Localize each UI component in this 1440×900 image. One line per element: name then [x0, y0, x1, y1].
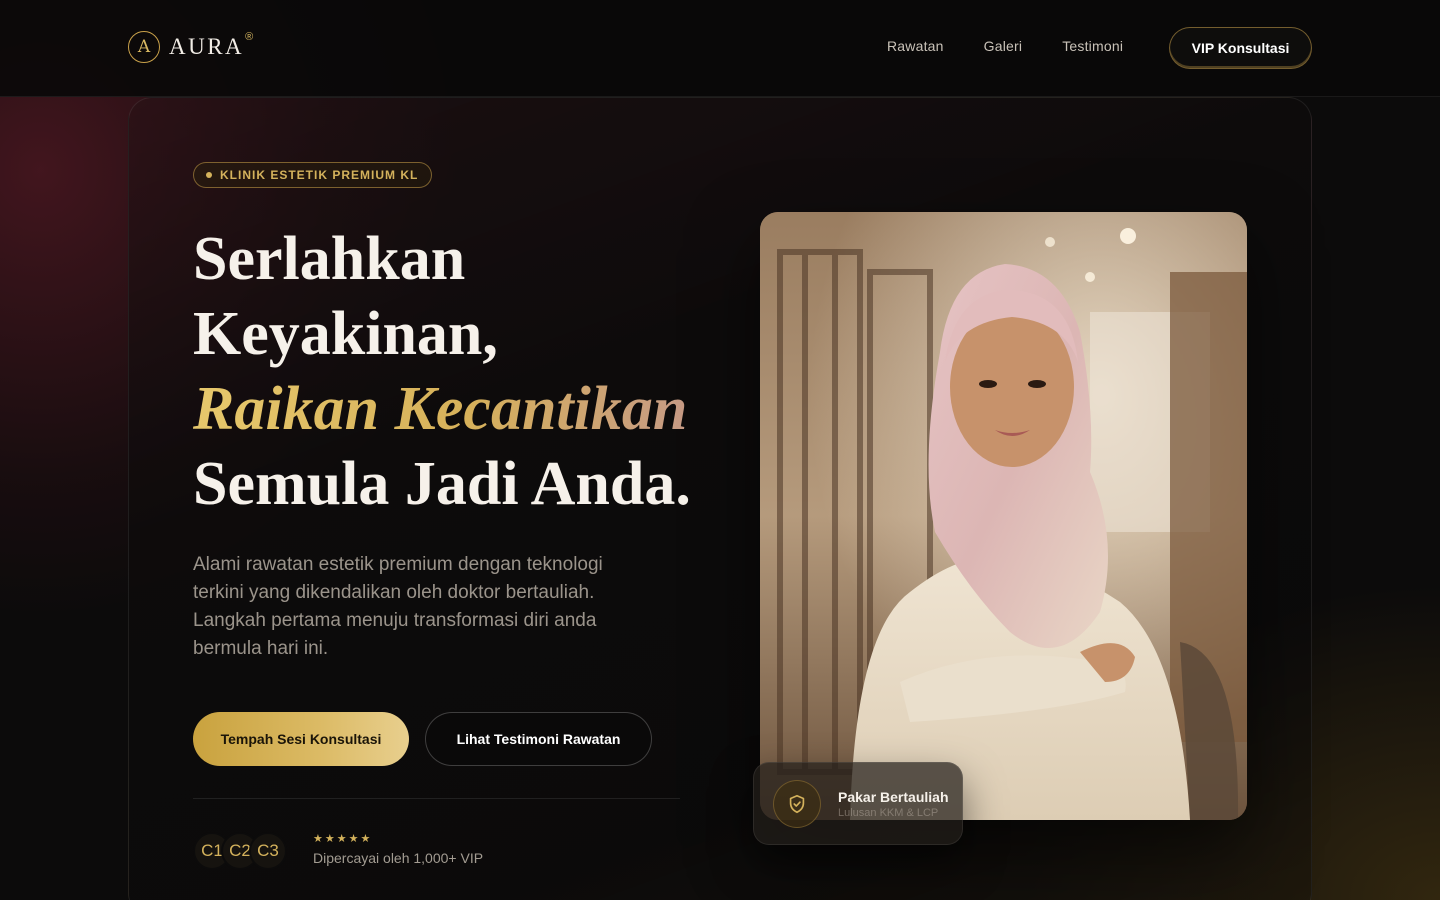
badge-label: KLINIK ESTETIK PREMIUM KL: [220, 168, 419, 182]
hero-divider: [193, 798, 680, 799]
hero-badge: KLINIK ESTETIK PREMIUM KL: [193, 162, 433, 188]
client-avatars: C1 C2 C3: [193, 832, 287, 870]
expert-title: Pakar Bertauliah: [838, 789, 949, 805]
portrait-illustration: [760, 212, 1247, 820]
headline-accent-line: Raikan Kecantikan: [193, 372, 691, 447]
main-nav: Rawatan Galeri Testimoni: [887, 38, 1163, 54]
badge-dot-icon: [206, 172, 212, 178]
brand-logo[interactable]: A AURA ®: [128, 31, 253, 63]
headline-line-4: Semula Jadi Anda.: [193, 450, 691, 518]
nav-link-rawatan[interactable]: Rawatan: [887, 38, 944, 54]
logo-mark-icon: A: [128, 31, 160, 63]
nav-link-testimoni[interactable]: Testimoni: [1062, 38, 1123, 54]
nav-link-galeri[interactable]: Galeri: [984, 38, 1023, 54]
view-testimonials-button[interactable]: Lihat Testimoni Rawatan: [425, 712, 652, 766]
expert-subtitle: Lulusan KKM & LCP: [838, 807, 939, 819]
headline-line-1: Serlahkan: [193, 225, 466, 293]
hero-description: Alami rawatan estetik premium dengan tek…: [193, 554, 603, 659]
avatar: C3: [249, 832, 287, 870]
book-consultation-button[interactable]: Tempah Sesi Konsultasi: [193, 712, 409, 766]
headline-line-2: Keyakinan,: [193, 300, 498, 368]
rating-stars: ★★★★★: [313, 833, 373, 845]
hero-portrait-image: [760, 212, 1247, 820]
trust-text: Dipercayai oleh 1,000+ VIP: [313, 850, 484, 866]
hero-headline: Serlahkan Keyakinan, Raikan Kecantikan S…: [193, 222, 691, 522]
brand-name: AURA: [169, 34, 245, 59]
shield-check-icon: [773, 780, 821, 828]
expert-info-card: Pakar Bertauliah Lulusan KKM & LCP: [753, 762, 963, 845]
site-header: A AURA ® Rawatan Galeri Testimoni VIP Ko…: [0, 0, 1440, 97]
registered-mark: ®: [245, 31, 254, 43]
vip-consultation-button[interactable]: VIP Konsultasi: [1169, 27, 1312, 69]
